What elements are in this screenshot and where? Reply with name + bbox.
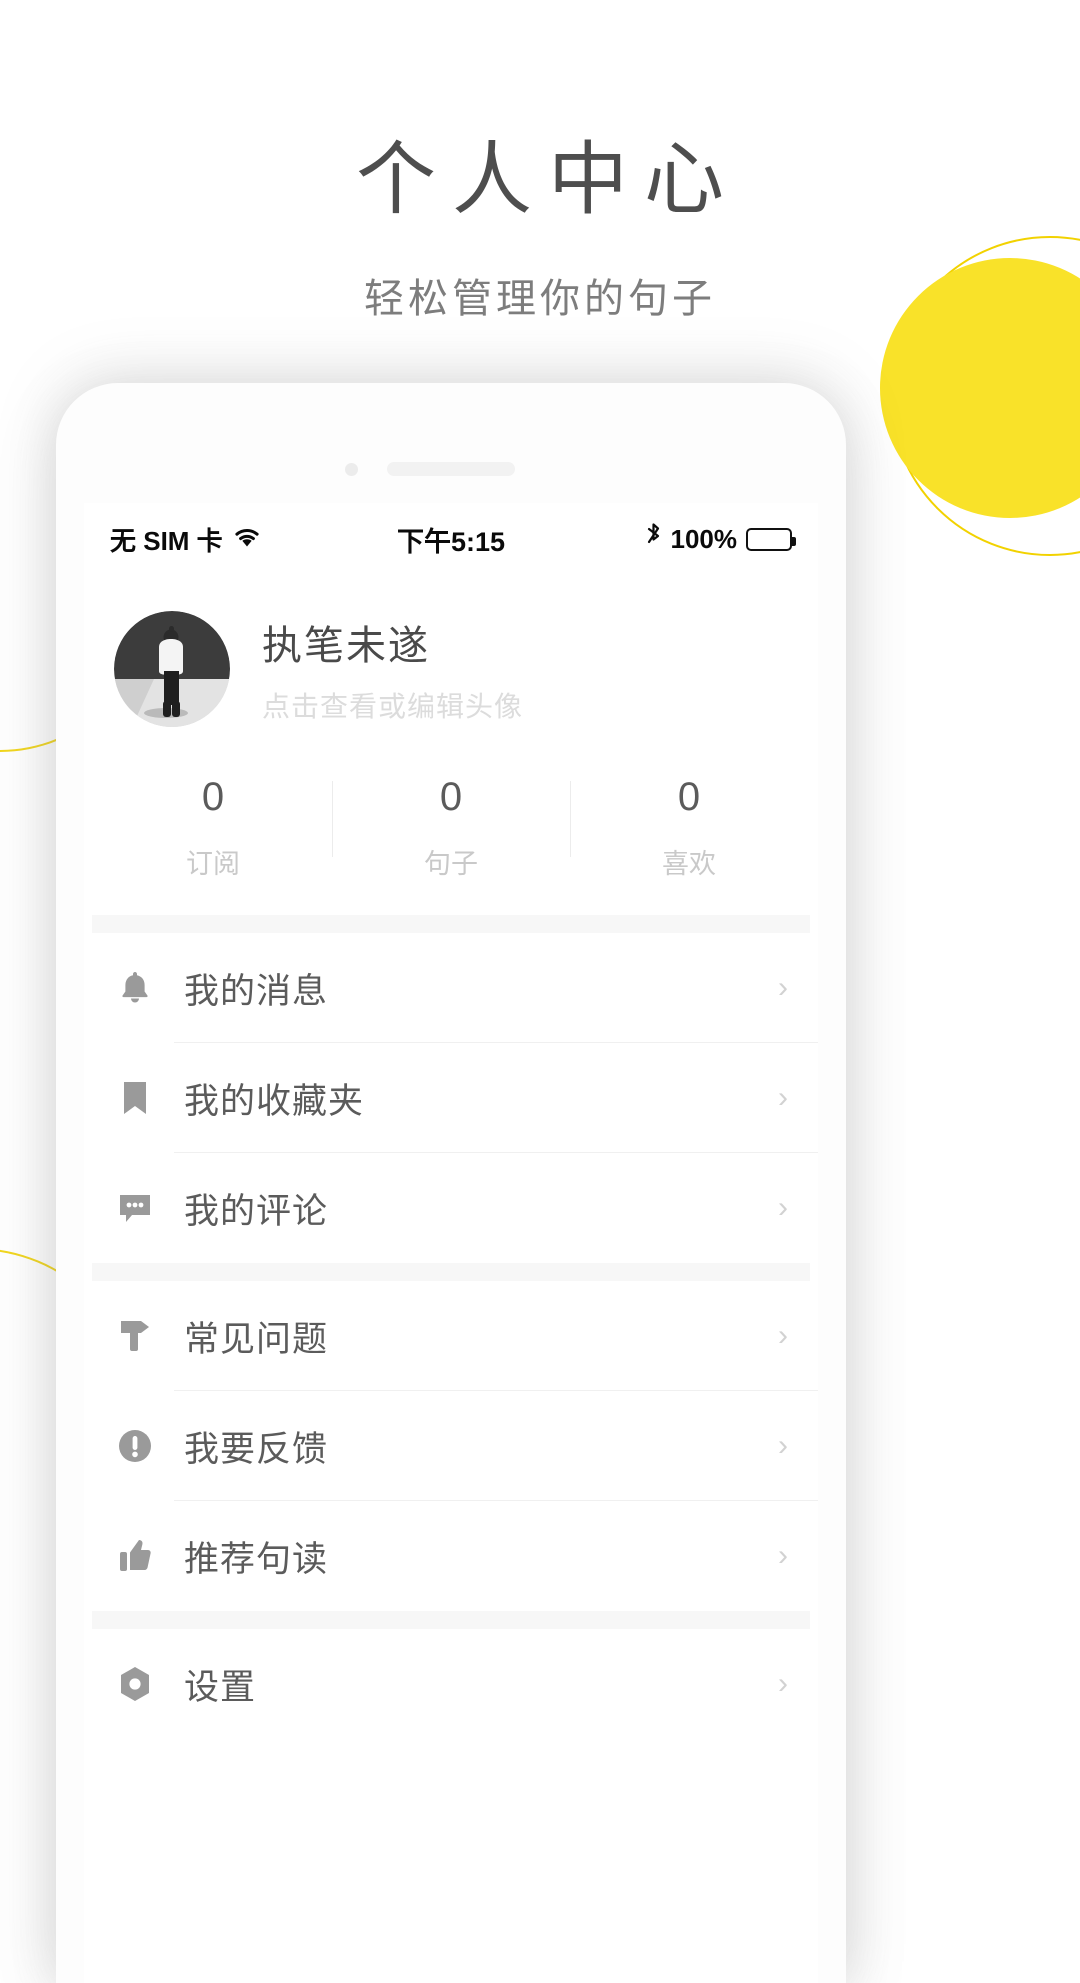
bell-icon — [114, 967, 156, 1009]
avatar[interactable] — [114, 611, 230, 727]
menu-item-feedback[interactable]: 我要反馈 › — [84, 1391, 818, 1501]
menu-item-my-comments[interactable]: 我的评论 › — [84, 1153, 818, 1263]
menu-group-support: 常见问题 › 我要反馈 › 推荐句读 › — [84, 1281, 818, 1611]
page-subtitle: 轻松管理你的句子 — [364, 277, 716, 321]
front-camera-icon — [345, 463, 358, 476]
bookmark-icon — [114, 1077, 156, 1119]
menu-item-label: 常见问题 — [184, 1319, 329, 1359]
chevron-right-icon: › — [778, 971, 788, 1004]
chevron-right-icon: › — [778, 1319, 788, 1352]
menu-item-label: 推荐句读 — [184, 1539, 329, 1579]
gear-icon — [114, 1663, 156, 1705]
phone-screen: 无 SIM 卡 下午5:15 100% 执笔未遂 点击查看或编辑头像 0 订阅 … — [84, 503, 818, 1983]
chevron-right-icon: › — [778, 1667, 788, 1700]
battery-percent-label: 100% — [670, 523, 738, 554]
profile-header[interactable]: 执笔未遂 点击查看或编辑头像 — [84, 575, 818, 727]
menu-item-label: 我的评论 — [184, 1191, 329, 1231]
status-bar-right: 100% — [645, 522, 796, 556]
phone-top-bezel — [56, 383, 846, 503]
group-separator — [92, 1263, 810, 1281]
earpiece-speaker — [387, 462, 515, 476]
stat-value: 0 — [201, 775, 225, 819]
profile-text: 执笔未遂 点击查看或编辑头像 — [262, 613, 523, 725]
menu-item-my-messages[interactable]: 我的消息 › — [84, 933, 818, 1043]
signpost-icon — [114, 1315, 156, 1357]
menu-item-label: 设置 — [184, 1667, 257, 1707]
menu-item-label: 我要反馈 — [184, 1429, 329, 1469]
phone-mockup: 无 SIM 卡 下午5:15 100% 执笔未遂 点击查看或编辑头像 0 订阅 … — [56, 383, 846, 1983]
battery-full-icon — [746, 527, 796, 551]
headline-block: 个人中心 轻松管理你的句子 — [0, 140, 1080, 324]
stat-value: 0 — [677, 775, 701, 819]
menu-group-account: 我的消息 › 我的收藏夹 › 我的评论 › — [84, 933, 818, 1263]
stat-label: 句子 — [424, 849, 478, 879]
status-bar: 无 SIM 卡 下午5:15 100% — [84, 503, 818, 575]
chevron-right-icon: › — [778, 1429, 788, 1462]
stat-label: 喜欢 — [662, 849, 716, 879]
bluetooth-icon — [645, 522, 662, 556]
stat-subscriptions[interactable]: 0 订阅 — [94, 775, 332, 881]
stat-label: 订阅 — [186, 849, 240, 879]
comment-icon — [114, 1187, 156, 1229]
menu-item-my-favorites[interactable]: 我的收藏夹 › — [84, 1043, 818, 1153]
exclamation-circle-icon — [114, 1425, 156, 1467]
group-separator — [92, 1611, 810, 1629]
profile-name: 执笔未遂 — [262, 624, 430, 668]
avatar-photo — [114, 611, 230, 727]
chevron-right-icon: › — [778, 1539, 788, 1572]
menu-item-settings[interactable]: 设置 › — [84, 1629, 818, 1739]
profile-hint: 点击查看或编辑头像 — [262, 691, 524, 722]
menu-item-label: 我的收藏夹 — [184, 1081, 365, 1121]
menu-group-settings: 设置 › — [84, 1629, 818, 1739]
stat-likes[interactable]: 0 喜欢 — [570, 775, 808, 881]
chevron-right-icon: › — [778, 1191, 788, 1224]
stats-row: 0 订阅 0 句子 0 喜欢 — [84, 775, 818, 915]
stat-value: 0 — [439, 775, 463, 819]
chevron-right-icon: › — [778, 1081, 788, 1114]
menu-item-faq[interactable]: 常见问题 › — [84, 1281, 818, 1391]
menu-item-recommend[interactable]: 推荐句读 › — [84, 1501, 818, 1611]
menu-item-label: 我的消息 — [184, 971, 329, 1011]
stat-sentences[interactable]: 0 句子 — [332, 775, 570, 881]
thumbs-up-icon — [114, 1535, 156, 1577]
page-title: 个人中心 — [356, 133, 740, 226]
group-separator — [92, 915, 810, 933]
